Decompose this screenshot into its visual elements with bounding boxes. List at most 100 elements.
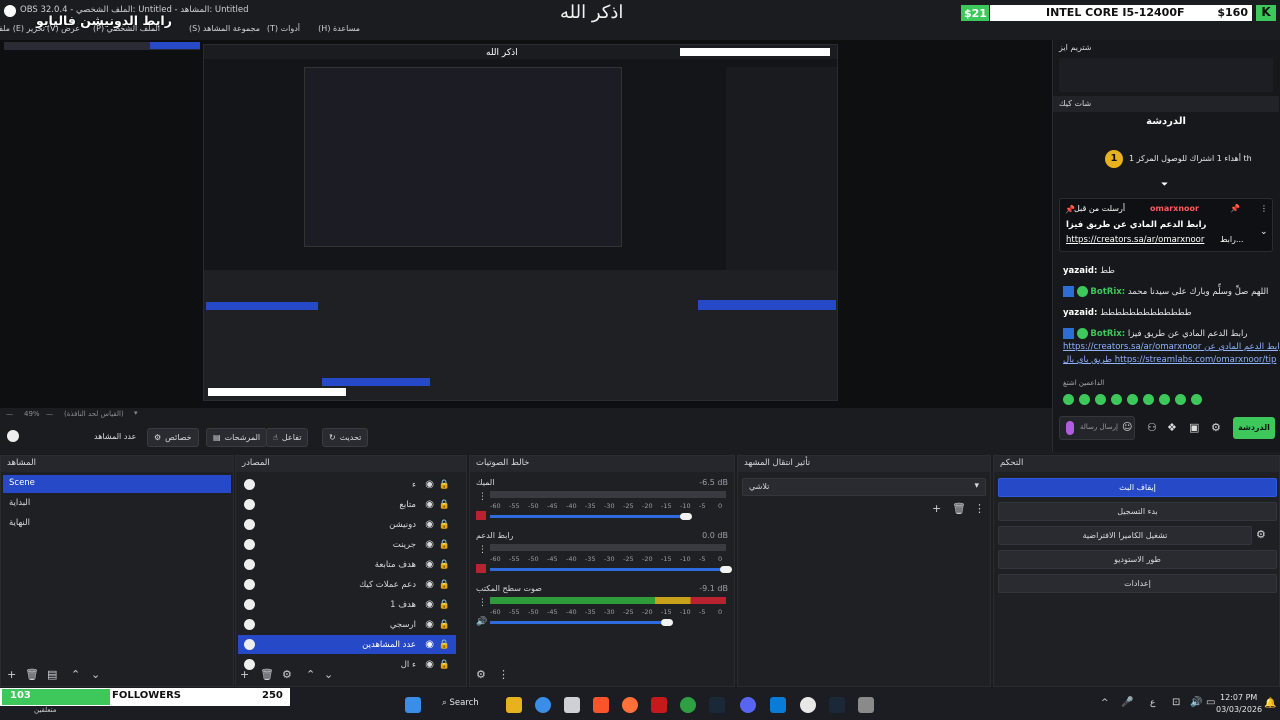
scene-item[interactable]: Scene: [3, 475, 231, 493]
windows-start-icon[interactable]: [405, 697, 421, 713]
chat-input[interactable]: إرسال رسالة ☺: [1059, 416, 1135, 440]
battery-icon[interactable]: ▭: [1206, 697, 1215, 708]
virtual-camera-button[interactable]: تشغيل الكاميرا الافتراضية: [998, 526, 1252, 545]
mute-icon[interactable]: [476, 564, 486, 573]
obs-icon[interactable]: [800, 697, 816, 713]
settings-app-icon[interactable]: [858, 697, 874, 713]
trash-icon[interactable]: 🗑: [25, 668, 39, 681]
studio-mode-button[interactable]: طور الاستوديو: [998, 550, 1277, 569]
eye-icon[interactable]: ◉: [425, 579, 434, 590]
tray-chevron-icon[interactable]: ^: [1101, 698, 1109, 708]
firefox-icon[interactable]: [622, 697, 638, 713]
menu-edit[interactable]: تحرير (E): [13, 24, 45, 33]
mute-icon[interactable]: [476, 511, 486, 520]
steam-icon-2[interactable]: [829, 697, 845, 713]
eye-icon[interactable]: ◉: [425, 479, 434, 490]
move-up-icon[interactable]: ⌃: [71, 668, 80, 681]
emote-row[interactable]: [1063, 394, 1243, 408]
emoji-icon[interactable]: ☺: [1122, 422, 1132, 433]
menu-view[interactable]: عرض (V): [47, 24, 80, 33]
add-source-icon[interactable]: +: [240, 668, 249, 681]
source-item[interactable]: جرينت ◉ 🔒: [238, 535, 456, 554]
settings-button[interactable]: إعدادات: [998, 574, 1277, 593]
more-icon[interactable]: ⋮: [478, 492, 487, 502]
eye-icon[interactable]: ◉: [425, 539, 434, 550]
eye-icon[interactable]: ◉: [425, 619, 434, 630]
eye-icon[interactable]: ◉: [425, 519, 434, 530]
volume-knob[interactable]: [679, 513, 692, 520]
acrobat-icon[interactable]: [651, 697, 667, 713]
mixer-settings-icon[interactable]: ⚙: [476, 668, 486, 681]
menu-tools[interactable]: أدوات (T): [267, 24, 300, 33]
lock-icon[interactable]: 🔒: [439, 520, 450, 530]
vscode-icon[interactable]: [770, 697, 786, 713]
scene-item[interactable]: النهاية: [3, 515, 231, 533]
more-icon[interactable]: ⋮: [498, 668, 509, 681]
filter-icon[interactable]: ▤: [47, 668, 57, 681]
volume-slider[interactable]: [490, 621, 667, 624]
source-item[interactable]: هدف 1 ◉ 🔒: [238, 595, 456, 614]
chrome-icon[interactable]: [535, 697, 551, 713]
zoom-minus[interactable]: —: [6, 410, 13, 418]
gear-icon[interactable]: ⚙: [282, 668, 292, 681]
menu-profile[interactable]: الملف الشخصي (P): [93, 24, 160, 33]
volume-slider[interactable]: [490, 515, 686, 518]
more-icon[interactable]: ⋮: [1260, 204, 1268, 213]
eye-icon[interactable]: ◉: [425, 639, 434, 650]
zoom-plus[interactable]: —: [46, 410, 53, 418]
steam-icon[interactable]: [709, 697, 725, 713]
source-item[interactable]: دونيشن ◉ 🔒: [238, 515, 456, 534]
zoom-level[interactable]: 49%: [24, 410, 40, 418]
clock-time[interactable]: 12:07 PM: [1220, 693, 1257, 702]
discord-icon[interactable]: [740, 697, 756, 713]
chat-link[interactable]: https://creators.sa/ar/omarxnoor رابط ال…: [1063, 342, 1280, 352]
volume-knob[interactable]: [720, 566, 732, 573]
calculator-icon[interactable]: [564, 697, 580, 713]
mic-icon[interactable]: 🎤: [1121, 697, 1133, 708]
properties-button[interactable]: ⚙ خصائص: [147, 428, 199, 447]
store-icon[interactable]: ▣: [1189, 421, 1199, 434]
trash-icon[interactable]: 🗑: [260, 668, 274, 681]
interact-button[interactable]: ☝ تفاعل: [266, 428, 309, 447]
more-icon[interactable]: ⋮: [974, 502, 985, 515]
eye-icon[interactable]: ◉: [425, 599, 434, 610]
gear-icon[interactable]: ⚙: [1211, 421, 1221, 434]
gift-icon[interactable]: ❖: [1167, 421, 1177, 434]
chevron-down-icon[interactable]: ▾: [134, 409, 138, 417]
source-item[interactable]: دعم عملات كيك ◉ 🔒: [238, 575, 456, 594]
volume-icon[interactable]: 🔊: [1190, 697, 1202, 708]
pinned-link[interactable]: https://creators.sa/ar/omarxnoor: [1066, 235, 1204, 245]
volume-slider[interactable]: [490, 568, 726, 571]
move-down-icon[interactable]: ⌄: [91, 668, 100, 681]
eye-icon[interactable]: ◉: [425, 499, 434, 510]
lock-icon[interactable]: 🔒: [439, 560, 450, 570]
gear-icon[interactable]: ⚙: [1256, 528, 1266, 541]
notification-icon[interactable]: 🔔: [1264, 698, 1276, 709]
source-item[interactable]: هدف متابعة ◉ 🔒: [238, 555, 456, 574]
lock-icon[interactable]: 🔒: [439, 500, 450, 510]
lock-icon[interactable]: 🔒: [439, 600, 450, 610]
clock-date[interactable]: 03/03/2026: [1216, 705, 1262, 714]
file-explorer-icon[interactable]: [506, 697, 522, 713]
start-recording-button[interactable]: بدء التسجيل: [998, 502, 1277, 521]
pin-button[interactable]: 📌: [1230, 204, 1240, 213]
taskbar-search[interactable]: ⌕ Search: [442, 698, 479, 708]
lock-icon[interactable]: 🔒: [439, 480, 450, 490]
trash-icon[interactable]: 🗑: [952, 502, 966, 515]
volume-knob[interactable]: [661, 619, 673, 626]
filters-button[interactable]: ▤ المرشحات: [206, 428, 268, 447]
add-transition-icon[interactable]: +: [932, 502, 941, 515]
source-item[interactable]: متابع ◉ 🔒: [238, 495, 456, 514]
eye-icon[interactable]: ◉: [425, 559, 434, 570]
network-icon[interactable]: ⊡: [1172, 697, 1180, 708]
add-scene-icon[interactable]: +: [7, 668, 16, 681]
transition-select[interactable]: تلاشي ▾: [742, 478, 986, 496]
menu-scene-collection[interactable]: مجموعة المشاهد (S): [189, 24, 260, 33]
lock-icon[interactable]: 🔒: [439, 540, 450, 550]
source-item[interactable]: ء ◉ 🔒: [238, 475, 456, 494]
mute-icon[interactable]: 🔊: [476, 617, 487, 627]
users-icon[interactable]: ⚇: [1147, 421, 1157, 434]
stop-stream-button[interactable]: إيقاف البث: [998, 478, 1277, 497]
brave-icon[interactable]: [593, 697, 609, 713]
menu-help[interactable]: مساعدة (H): [318, 24, 360, 33]
